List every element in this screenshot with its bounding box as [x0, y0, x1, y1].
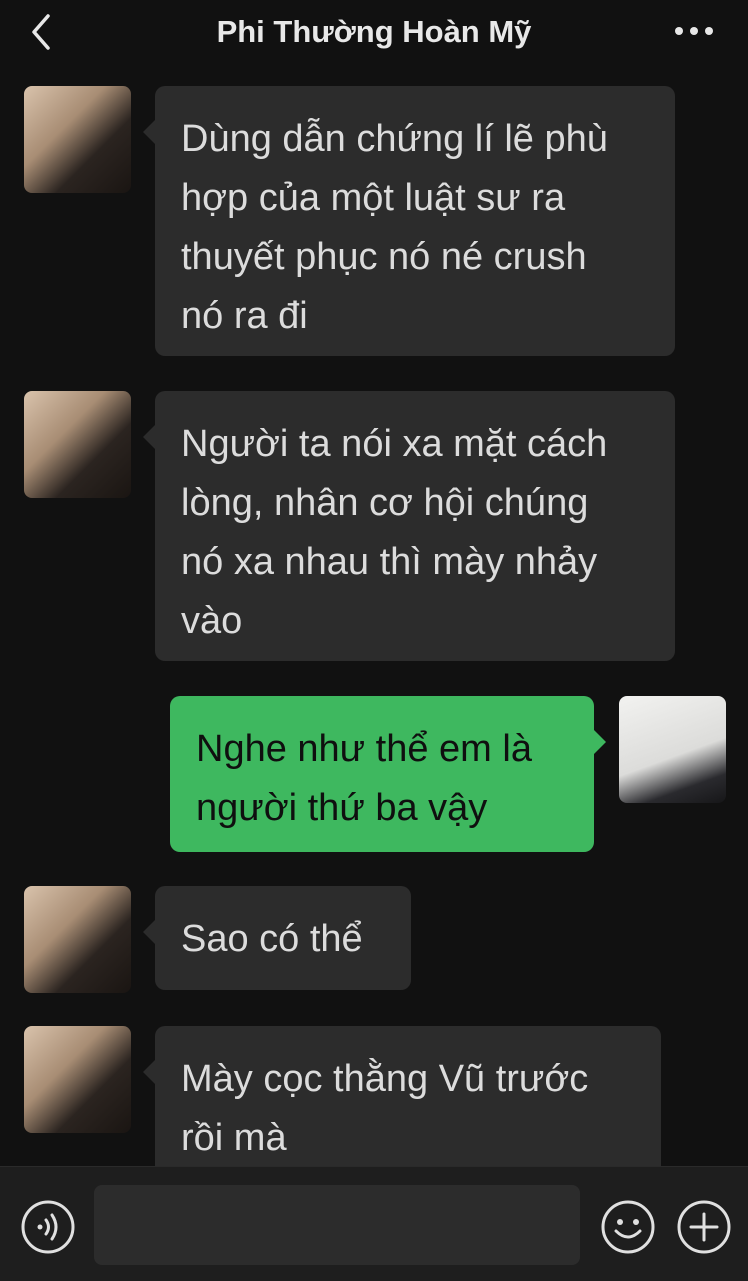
message-text: Người ta nói xa mặt cách lòng, nhân cơ h… — [181, 423, 608, 642]
message-bubble-incoming[interactable]: Người ta nói xa mặt cách lòng, nhân cơ h… — [143, 391, 675, 661]
friend-avatar[interactable] — [24, 86, 131, 193]
message-text: Mày cọc thằng Vũ trước rồi mà — [181, 1058, 589, 1159]
bubble-tail — [143, 120, 155, 144]
chat-header: Phi Thường Hoàn Mỹ — [0, 0, 748, 66]
message-bubble-incoming[interactable]: Sao có thể — [143, 886, 411, 990]
friend-avatar[interactable] — [24, 391, 131, 498]
bubble-tail — [143, 1060, 155, 1084]
message-text: Dùng dẫn chứng lí lẽ phù hợp của một luậ… — [181, 118, 608, 337]
message-bubble-incoming[interactable]: Mày cọc thằng Vũ trước rồi mà — [143, 1026, 661, 1166]
chat-title: Phi Thường Hoàn Mỹ — [216, 14, 532, 49]
bubble-tail — [143, 920, 155, 944]
emoji-button[interactable] — [600, 1199, 656, 1255]
friend-avatar[interactable] — [24, 886, 131, 993]
voice-button[interactable] — [20, 1199, 76, 1255]
friend-avatar[interactable] — [24, 1026, 131, 1133]
message-bubble-incoming[interactable]: Dùng dẫn chứng lí lẽ phù hợp của một luậ… — [143, 86, 675, 356]
more-dots-icon — [675, 27, 713, 35]
bubble-tail — [143, 425, 155, 449]
voice-icon — [21, 1200, 75, 1254]
message-text: Sao có thể — [181, 918, 363, 960]
plus-icon — [677, 1200, 731, 1254]
bubble-tail — [594, 730, 606, 754]
message-text: Nghe như thể em là người thứ ba vậy — [196, 728, 532, 829]
more-actions-button[interactable] — [676, 1199, 732, 1255]
message-input[interactable] — [94, 1185, 580, 1265]
input-bar — [0, 1166, 748, 1281]
message-list[interactable]: Dùng dẫn chứng lí lẽ phù hợp của một luậ… — [0, 66, 748, 1166]
message-bubble-outgoing[interactable]: Nghe như thể em là người thứ ba vậy — [170, 696, 606, 852]
my-avatar[interactable] — [619, 696, 726, 803]
more-button[interactable] — [672, 16, 716, 46]
emoji-icon — [601, 1200, 655, 1254]
